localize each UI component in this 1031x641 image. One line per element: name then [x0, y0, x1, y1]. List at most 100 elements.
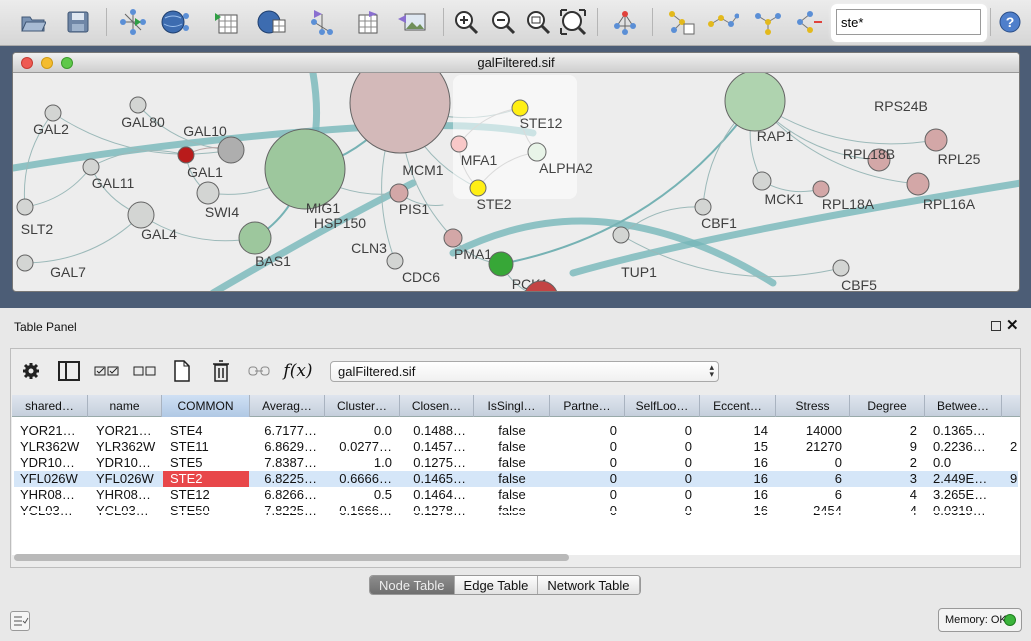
column-header[interactable]: Degree: [850, 395, 925, 417]
table-cell[interactable]: 0.6666…: [325, 471, 392, 487]
table-cell[interactable]: STE2: [163, 471, 249, 487]
gear-icon[interactable]: [18, 359, 44, 383]
network-node[interactable]: [217, 136, 245, 164]
table-row[interactable]: YHR08… YHR08… STE12 6.8266… 0.5 0.1464… false 0…: [12, 487, 1020, 503]
table-cell[interactable]: 4: [850, 503, 917, 519]
table-cell[interactable]: 0.1465…: [400, 471, 466, 487]
table-cell[interactable]: YFL026W: [20, 471, 82, 487]
export-image-icon[interactable]: [396, 6, 428, 38]
column-header[interactable]: Stress: [776, 395, 850, 417]
table-cell[interactable]: YLR362W: [20, 439, 82, 455]
table-cell[interactable]: YCL03…: [20, 503, 82, 519]
column-header[interactable]: Betwee…: [925, 395, 1002, 417]
import-table-file-icon[interactable]: [210, 6, 242, 38]
column-header[interactable]: Partne…: [550, 395, 625, 417]
table-cell[interactable]: [1010, 487, 1020, 503]
table-row[interactable]: YCL03… YCL03… STE50 7.8225… 0.1666… 0.1278… fa…: [12, 503, 1020, 519]
minimize-window-button[interactable]: [41, 57, 53, 69]
network-node[interactable]: [16, 198, 34, 216]
select-hidden-icon[interactable]: [751, 6, 783, 38]
link-table-icon[interactable]: [246, 359, 272, 383]
table-cell[interactable]: 9: [1010, 471, 1020, 487]
table-cell[interactable]: 0: [550, 423, 617, 439]
table-cell[interactable]: 6.8225…: [250, 471, 317, 487]
import-network-file-icon[interactable]: [117, 6, 149, 38]
network-node[interactable]: [16, 254, 34, 272]
table-cell[interactable]: 0.1457…: [400, 439, 466, 455]
table-cell[interactable]: STE11: [170, 439, 244, 455]
zoom-in-icon[interactable]: [450, 6, 482, 38]
table-cell[interactable]: 0: [550, 439, 617, 455]
search-input[interactable]: [836, 9, 981, 35]
table-cell[interactable]: 0: [550, 471, 617, 487]
table-cell[interactable]: 7.8387…: [250, 455, 317, 471]
tab-node-table[interactable]: Node Table: [370, 576, 455, 594]
table-cell[interactable]: STE12: [170, 487, 244, 503]
open-session-icon[interactable]: [17, 6, 49, 38]
table-cell[interactable]: 0.1488…: [400, 423, 466, 439]
table-cell[interactable]: [1010, 455, 1020, 471]
table-cell[interactable]: YHR08…: [20, 487, 82, 503]
table-cell[interactable]: 3.265E…: [933, 487, 996, 503]
zoom-fit-icon[interactable]: [522, 6, 554, 38]
table-cell[interactable]: 16: [700, 471, 768, 487]
table-cell[interactable]: STE4: [170, 423, 244, 439]
network-node[interactable]: [450, 135, 468, 153]
table-cell[interactable]: YOR21…: [20, 423, 82, 439]
table-cell[interactable]: 2: [850, 423, 917, 439]
network-node[interactable]: [386, 252, 404, 270]
column-header[interactable]: SelfLoo…: [625, 395, 700, 417]
table-cell[interactable]: 6.8266…: [250, 487, 317, 503]
show-columns-icon[interactable]: [56, 359, 82, 383]
help-icon[interactable]: ?: [994, 6, 1026, 38]
show-hide-icon[interactable]: [793, 6, 825, 38]
network-node[interactable]: [264, 128, 346, 210]
column-header[interactable]: IsSingl…: [474, 395, 550, 417]
network-node[interactable]: [511, 99, 529, 117]
table-cell[interactable]: [1010, 503, 1020, 519]
table-cell[interactable]: 0.0: [325, 423, 392, 439]
table-cell[interactable]: 0: [625, 455, 692, 471]
network-node[interactable]: [906, 172, 930, 196]
memory-status-button[interactable]: Memory: OK: [938, 608, 1022, 632]
network-node[interactable]: [527, 142, 547, 162]
table-cell[interactable]: 2: [850, 455, 917, 471]
network-node[interactable]: [82, 158, 100, 176]
table-cell[interactable]: 0: [625, 503, 692, 519]
zoom-out-icon[interactable]: [487, 6, 519, 38]
float-panel-icon[interactable]: [991, 321, 1001, 331]
table-cell[interactable]: 0.2236…: [933, 439, 996, 455]
table-cell[interactable]: 16: [700, 487, 768, 503]
table-cell[interactable]: 6.8629…: [250, 439, 317, 455]
network-node[interactable]: [469, 179, 487, 197]
network-node[interactable]: [812, 180, 830, 198]
import-table-web-icon[interactable]: [256, 6, 288, 38]
table-cell[interactable]: YDR10…: [20, 455, 82, 471]
table-cell[interactable]: 0: [625, 471, 692, 487]
column-header[interactable]: Eccent…: [700, 395, 776, 417]
table-cell[interactable]: 0: [550, 503, 617, 519]
tab-network-table[interactable]: Network Table: [538, 576, 640, 594]
table-cell[interactable]: 0.0: [933, 455, 996, 471]
table-cell[interactable]: [1010, 423, 1020, 439]
close-window-button[interactable]: [21, 57, 33, 69]
table-cell[interactable]: 6: [776, 471, 842, 487]
save-session-icon[interactable]: [62, 6, 94, 38]
network-node[interactable]: [196, 181, 220, 205]
network-node[interactable]: [129, 96, 147, 114]
table-cell[interactable]: 4: [850, 487, 917, 503]
table-cell[interactable]: 0.1278…: [400, 503, 466, 519]
table-cell[interactable]: YHR08…: [96, 487, 156, 503]
table-cell[interactable]: 0: [550, 487, 617, 503]
network-node[interactable]: [44, 104, 62, 122]
network-node[interactable]: [612, 226, 630, 244]
column-header[interactable]: Cluster…: [325, 395, 400, 417]
network-node[interactable]: [752, 171, 772, 191]
column-header[interactable]: Closen…: [400, 395, 474, 417]
table-cell[interactable]: YOR21…: [96, 423, 156, 439]
network-node[interactable]: [127, 201, 155, 229]
delete-column-icon[interactable]: [208, 359, 234, 383]
table-cell[interactable]: 0.1464…: [400, 487, 466, 503]
import-network-web-icon[interactable]: [160, 6, 192, 38]
table-cell[interactable]: 14: [700, 423, 768, 439]
